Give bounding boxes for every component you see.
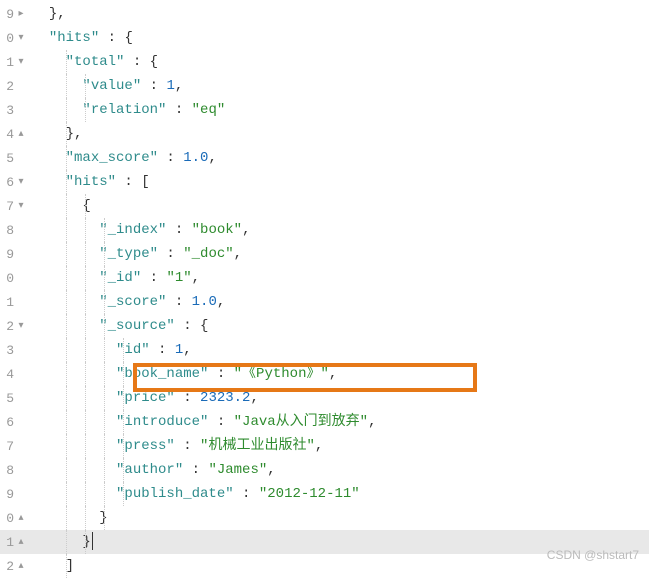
line-number: 6 xyxy=(0,175,14,190)
line-number: 1 xyxy=(0,55,14,70)
line-number: 7 xyxy=(0,199,14,214)
line-number: 6 xyxy=(0,415,14,430)
code-line[interactable]: "max_score" : 1.0, xyxy=(32,146,649,170)
line-number: 2 xyxy=(0,319,14,334)
code-line[interactable]: "_id" : "1", xyxy=(32,266,649,290)
code-line[interactable]: "introduce" : "Java从入门到放弃", xyxy=(32,410,649,434)
code-line[interactable]: }, xyxy=(32,122,649,146)
line-number: 2 xyxy=(0,559,14,574)
code-editor: 9▸ 0▾ 1▾ 2 3 4▴ 5 6▾ 7▾ 8 9 0 1 2▾ 3 4 5… xyxy=(0,0,649,570)
code-line[interactable]: "_type" : "_doc", xyxy=(32,242,649,266)
code-line[interactable]: "relation" : "eq" xyxy=(32,98,649,122)
code-line[interactable]: "press" : "机械工业出版社", xyxy=(32,434,649,458)
line-number: 9 xyxy=(0,247,14,262)
code-line[interactable]: "book_name" : "《Python》", xyxy=(32,362,649,386)
code-line[interactable]: "_source" : { xyxy=(32,314,649,338)
line-number: 8 xyxy=(0,463,14,478)
code-line[interactable]: } xyxy=(32,506,649,530)
line-number: 5 xyxy=(0,391,14,406)
code-line[interactable]: "price" : 2323.2, xyxy=(32,386,649,410)
code-area[interactable]: }, "hits" : { "total" : { "value" : 1, "… xyxy=(32,0,649,570)
code-line[interactable]: "total" : { xyxy=(32,50,649,74)
text-cursor-icon xyxy=(92,532,93,550)
fold-caret-icon[interactable]: ▴ xyxy=(14,536,28,548)
line-number: 4 xyxy=(0,367,14,382)
line-number: 0 xyxy=(0,511,14,526)
code-line[interactable]: { xyxy=(32,194,649,218)
line-number: 7 xyxy=(0,439,14,454)
line-number: 0 xyxy=(0,31,14,46)
fold-caret-icon[interactable]: ▴ xyxy=(14,512,28,524)
code-line[interactable]: "id" : 1, xyxy=(32,338,649,362)
fold-caret-icon[interactable]: ▴ xyxy=(14,128,28,140)
code-line[interactable]: "hits" : [ xyxy=(32,170,649,194)
line-number: 2 xyxy=(0,79,14,94)
code-line[interactable]: "_score" : 1.0, xyxy=(32,290,649,314)
fold-caret-icon[interactable]: ▾ xyxy=(14,200,28,212)
line-number: 9 xyxy=(0,7,14,22)
line-number: 4 xyxy=(0,127,14,142)
line-number: 3 xyxy=(0,343,14,358)
line-number: 0 xyxy=(0,271,14,286)
fold-caret-icon[interactable]: ▾ xyxy=(14,32,28,44)
code-line[interactable]: "author" : "James", xyxy=(32,458,649,482)
line-number: 1 xyxy=(0,535,14,550)
fold-caret-icon[interactable]: ▾ xyxy=(14,56,28,68)
code-line[interactable]: "_index" : "book", xyxy=(32,218,649,242)
code-line[interactable]: }, xyxy=(32,2,649,26)
line-number: 9 xyxy=(0,487,14,502)
fold-caret-icon[interactable]: ▾ xyxy=(14,176,28,188)
fold-caret-icon[interactable]: ▾ xyxy=(14,320,28,332)
line-number: 8 xyxy=(0,223,14,238)
line-number: 5 xyxy=(0,151,14,166)
code-line[interactable]: "value" : 1, xyxy=(32,74,649,98)
watermark: CSDN @shstart7 xyxy=(547,548,639,562)
fold-caret-icon[interactable]: ▴ xyxy=(14,560,28,572)
gutter: 9▸ 0▾ 1▾ 2 3 4▴ 5 6▾ 7▾ 8 9 0 1 2▾ 3 4 5… xyxy=(0,0,32,570)
line-number: 3 xyxy=(0,103,14,118)
code-line[interactable]: "publish_date" : "2012-12-11" xyxy=(32,482,649,506)
line-number: 1 xyxy=(0,295,14,310)
code-line[interactable]: "hits" : { xyxy=(32,26,649,50)
fold-caret-icon[interactable]: ▸ xyxy=(14,8,28,20)
